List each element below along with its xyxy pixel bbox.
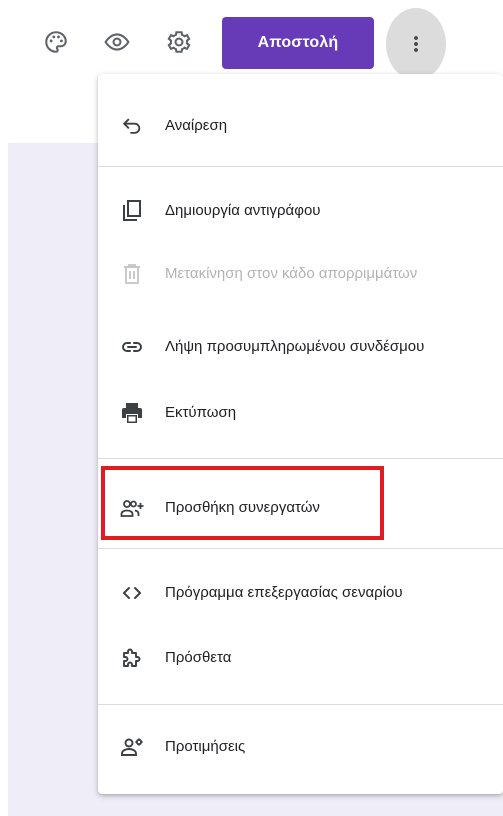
menu-divider (98, 704, 503, 705)
send-button[interactable]: Αποστολή (222, 17, 374, 69)
top-toolbar: Αποστολή (0, 0, 503, 80)
menu-divider (98, 166, 503, 167)
menu-item-add-collaborators[interactable]: Προσθήκη συνεργατών (98, 480, 503, 536)
menu-divider (98, 458, 503, 459)
palette-icon[interactable] (38, 24, 74, 60)
add-people-icon (120, 496, 144, 520)
menu-item-label: Εκτύπωση (165, 404, 237, 421)
menu-item-label: Δημιουργία αντιγράφου (165, 202, 321, 219)
menu-divider (98, 548, 503, 549)
menu-item-label: Πρόσθετα (165, 649, 232, 666)
print-icon (120, 401, 144, 425)
copy-icon (120, 199, 144, 223)
person-settings-icon (120, 735, 144, 759)
menu-item-label: Μετακίνηση στον κάδο απορριμμάτων (165, 265, 418, 282)
link-icon (120, 335, 144, 359)
more-vert-icon[interactable] (386, 8, 446, 80)
menu-item-script-editor[interactable]: Πρόγραμμα επεξεργασίας σεναρίου (98, 565, 503, 621)
menu-item-make-copy[interactable]: Δημιουργία αντιγράφου (98, 183, 503, 239)
menu-item-label: Προσθήκη συνεργατών (165, 499, 320, 516)
code-brackets-icon (120, 581, 144, 605)
menu-item-undo[interactable]: Αναίρεση (98, 98, 503, 154)
menu-item-get-prefilled-link[interactable]: Λήψη προσυμπληρωμένου συνδέσμου (98, 319, 503, 375)
menu-item-label: Πρόγραμμα επεξεργασίας σεναρίου (165, 584, 403, 601)
menu-item-preferences[interactable]: Προτιμήσεις (98, 719, 503, 775)
menu-item-label: Λήψη προσυμπληρωμένου συνδέσμου (165, 338, 425, 355)
undo-icon (120, 114, 144, 138)
menu-item-label: Προτιμήσεις (165, 738, 246, 755)
puzzle-icon (120, 646, 144, 670)
menu-item-add-ons[interactable]: Πρόσθετα (98, 630, 503, 686)
menu-item-print[interactable]: Εκτύπωση (98, 385, 503, 441)
trash-icon (120, 262, 144, 286)
settings-gear-icon[interactable] (161, 24, 197, 60)
more-options-menu: Αναίρεση Δημιουργία αντιγράφου Μετακίνησ… (98, 74, 503, 794)
menu-item-move-to-trash[interactable]: Μετακίνηση στον κάδο απορριμμάτων (98, 246, 503, 302)
preview-eye-icon[interactable] (99, 24, 135, 60)
menu-item-label: Αναίρεση (165, 117, 228, 134)
